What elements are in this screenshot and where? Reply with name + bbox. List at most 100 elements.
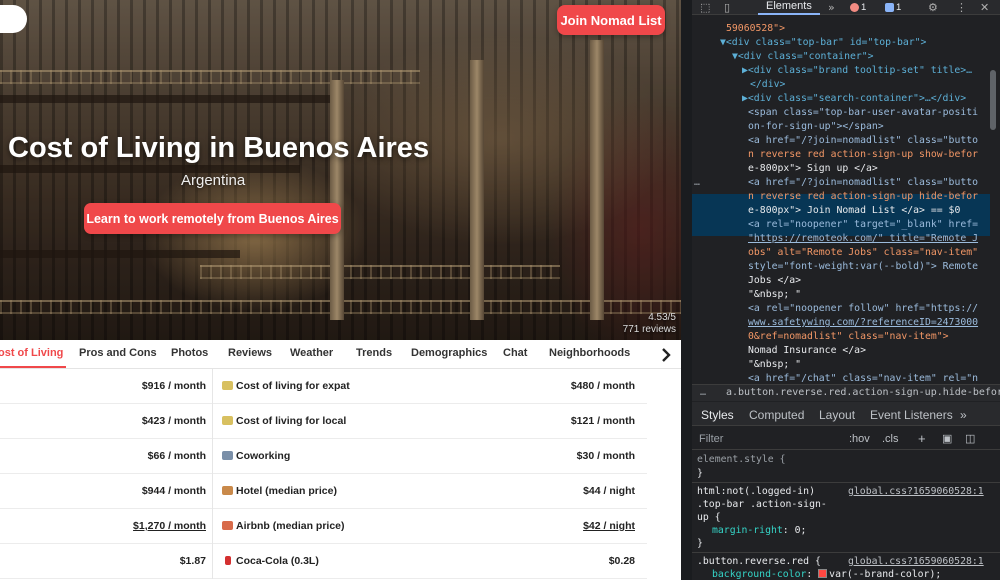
section-tabs: ost of Living Pros and Cons Photos Revie… (0, 340, 681, 369)
panel-splitter[interactable] (681, 0, 692, 580)
row-label: Cost of living for local (222, 415, 346, 427)
node-actions-icon[interactable]: … (694, 176, 700, 190)
dom-line[interactable]: ▶<div class="brand tooltip-set" title>… (742, 64, 972, 78)
filter-input[interactable]: Filter (699, 433, 723, 445)
rule-close: } (697, 538, 703, 549)
add-rule-icon[interactable]: + (918, 431, 926, 446)
tab-photos[interactable]: Photos (171, 347, 208, 359)
color-swatch-icon[interactable] (818, 569, 828, 578)
row-label: Coca-Cola (0.3L) (222, 555, 319, 567)
css-declaration[interactable]: background-color: var(--brand-color); (712, 568, 941, 580)
column-divider (212, 369, 213, 404)
row-label: Coworking (222, 450, 290, 462)
close-icon[interactable]: ✕ (980, 1, 989, 14)
row-value: $30 / month (576, 450, 635, 462)
paint-icon[interactable]: ▣ (942, 432, 952, 445)
breadcrumb-item[interactable]: a.button.reverse.red.action-sign-up.hide… (726, 385, 1000, 401)
dom-line[interactable]: <a rel="noopener follow" href="https:// (748, 302, 978, 316)
message-icon (885, 2, 894, 12)
search-pill[interactable] (0, 5, 27, 33)
css-declaration[interactable]: margin-right: 0; (712, 524, 806, 538)
chevron-right-icon (661, 347, 671, 362)
rating-block: 4.53/5 771 reviews (623, 312, 676, 336)
left-column-value[interactable]: $1,270 / month (133, 520, 206, 532)
dom-line[interactable]: 0&ref=nomadlist" class="nav-item"> (748, 330, 949, 344)
tab-chat[interactable]: Chat (503, 347, 527, 359)
tab-weather[interactable]: Weather (290, 347, 333, 359)
tab-elements[interactable]: Elements (758, 0, 820, 15)
rule-selector: .top-bar .action-sign- (697, 499, 827, 510)
styles-pane: element.style { } html:not(.logged-in) g… (692, 451, 1000, 580)
breadcrumb: … a.button.reverse.red.action-sign-up.hi… (692, 384, 1000, 401)
tab-pros-and-cons[interactable]: Pros and Cons (79, 347, 157, 359)
dom-line[interactable]: e-800px"> Sign up </a> (748, 162, 878, 176)
dom-line-selected[interactable]: <a href="/?join=nomadlist" class="butto (748, 176, 978, 190)
rule-source-link[interactable]: global.css?1659060528:1 (848, 485, 984, 499)
dom-line[interactable]: <a href="/?join=nomadlist" class="butto (748, 134, 978, 148)
sidebar-toggle-icon[interactable]: ◫ (965, 432, 975, 445)
dom-line[interactable]: obs" alt="Remote Jobs" class="nav-item" (748, 246, 978, 260)
tab-styles[interactable]: Styles (701, 408, 734, 422)
table-right-margin (647, 369, 681, 580)
cost-table: $916 / month Cost of living for expat $4… (0, 369, 647, 579)
gear-icon[interactable]: ⚙ (928, 1, 938, 14)
inspect-icon[interactable]: ⬚ (700, 1, 710, 14)
dom-line[interactable]: n reverse red action-sign-up show-befor (748, 148, 978, 162)
device-toggle-icon[interactable]: ▯ (724, 1, 730, 14)
dom-line[interactable]: ▼<div class="container"> (732, 50, 874, 64)
breadcrumb-more-icon[interactable]: … (700, 385, 706, 401)
dom-scrollbar[interactable] (990, 70, 996, 130)
money-icon (222, 416, 233, 425)
more-tabs-icon[interactable]: » (960, 408, 967, 422)
dom-line[interactable]: on-for-sign-up"></span> (748, 120, 884, 134)
tab-event-listeners[interactable]: Event Listeners (870, 408, 953, 422)
tab-layout[interactable]: Layout (819, 408, 855, 422)
column-divider (212, 474, 213, 509)
dom-line[interactable]: "&nbsp; " (748, 358, 801, 372)
house-icon (222, 521, 233, 530)
tab-neighborhoods[interactable]: Neighborhoods (549, 347, 630, 359)
dom-line[interactable]: "&nbsp; " (748, 288, 801, 302)
styles-filter-bar: Filter :hov .cls + ▣ ◫ (692, 428, 1000, 450)
dom-line[interactable]: style="font-weight:var(--bold)"> Remote (748, 260, 978, 274)
dom-line[interactable]: Jobs </a> (748, 274, 801, 288)
row-value[interactable]: $42 / night (583, 520, 635, 532)
tab-demographics[interactable]: Demographics (411, 347, 487, 359)
dom-line-selected[interactable]: n reverse red action-sign-up hide-befor (748, 190, 978, 204)
kebab-menu-icon[interactable]: ⋮ (956, 1, 967, 14)
row-value: $0.28 (608, 555, 635, 567)
dom-line[interactable]: ▶<div class="search-container">…</div> (742, 92, 966, 106)
review-count: 771 reviews (622, 324, 676, 335)
tabs-next-button[interactable] (650, 340, 681, 368)
hov-toggle[interactable]: :hov (849, 433, 870, 445)
tab-reviews[interactable]: Reviews (228, 347, 272, 359)
cls-toggle[interactable]: .cls (882, 433, 899, 445)
dom-line[interactable]: 59060528"> (726, 22, 785, 36)
error-badge[interactable]: 1 (850, 1, 866, 13)
rule-close: } (697, 468, 703, 479)
dom-line[interactable]: "https://remoteok.com/" title="Remote J (748, 232, 978, 246)
column-divider (212, 404, 213, 439)
message-badge[interactable]: 1 (885, 1, 901, 13)
dom-line[interactable]: <span class="top-bar-user-avatar-positi (748, 106, 978, 120)
tab-computed[interactable]: Computed (749, 408, 804, 422)
join-nomad-list-button[interactable]: Join Nomad List (557, 5, 665, 35)
rule-source-link[interactable]: global.css?1659060528:1 (848, 555, 984, 569)
dom-line[interactable]: ▼<div class="top-bar" id="top-bar"> (720, 36, 926, 50)
tab-cost-of-living[interactable]: ost of Living (0, 347, 63, 359)
more-tabs-icon[interactable]: » (828, 1, 835, 14)
dom-line-selected[interactable]: e-800px"> Join Nomad List </a> == $0 (748, 204, 960, 218)
row-label: Hotel (median price) (222, 485, 337, 497)
tab-trends[interactable]: Trends (356, 347, 392, 359)
page-title: Cost of Living in Buenos Aires (8, 132, 430, 164)
dom-line[interactable]: www.safetywing.com/?referenceID=2473000 (748, 316, 978, 330)
column-divider (212, 509, 213, 544)
dom-line[interactable]: </div> (750, 78, 785, 92)
table-row: $916 / month Cost of living for expat $4… (0, 369, 647, 404)
dom-line[interactable]: Nomad Insurance </a> (748, 344, 866, 358)
devtools-panel: ⬚ ▯ Elements » 1 1 ⚙ ⋮ ✕ 59060528"> ▼<di… (692, 0, 1000, 580)
table-row: $1.87 Coca-Cola (0.3L) $0.28 (0, 544, 647, 579)
learn-remote-button[interactable]: Learn to work remotely from Buenos Aires (84, 203, 341, 234)
dom-line[interactable]: <a rel="noopener" target="_blank" href= (748, 218, 978, 232)
rule-selector: element.style { (697, 454, 786, 465)
